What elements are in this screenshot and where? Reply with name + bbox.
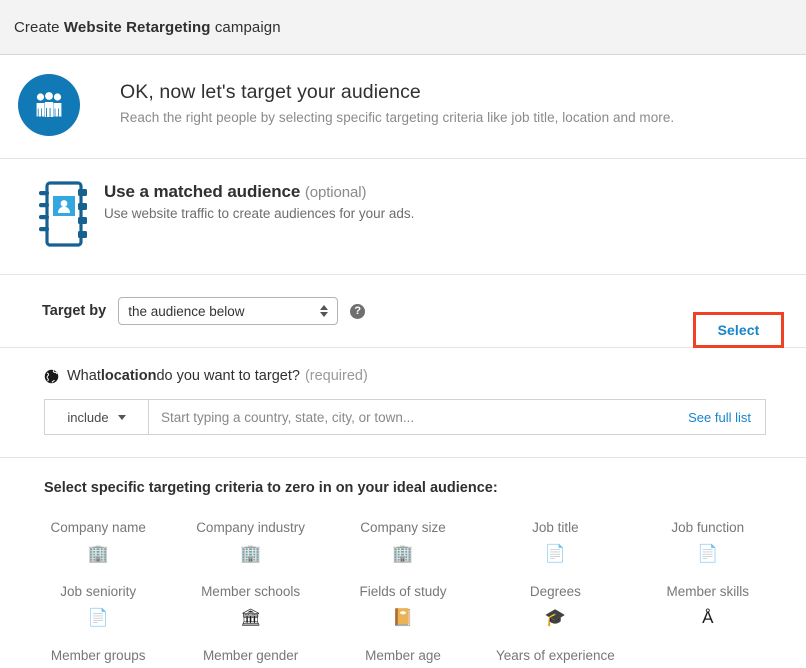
criteria-item-label: Member schools [201,584,300,599]
criteria-item-label: Member groups [51,648,146,663]
criteria-item-glyph: Å [702,609,713,626]
matched-audience-optional-tag: (optional) [305,184,367,201]
criteria-item-glyph: 📄 [88,609,109,626]
target-by-select[interactable]: the audience below [118,297,338,325]
criteria-item[interactable]: Degrees 🎓 [479,576,631,628]
location-include-label: include [67,410,108,425]
see-full-list-link[interactable]: See full list [688,400,765,434]
location-required-tag: (required) [305,368,368,384]
globe-icon [44,369,59,384]
criteria-item-glyph: 🏛 [240,609,262,626]
book-icon: 📔 [392,606,413,628]
criteria-item-glyph: 🎓 [545,609,566,626]
help-icon[interactable]: ? [350,304,365,319]
criteria-item[interactable]: Company name 🏢 [22,512,174,564]
bank-icon: 🏛 [240,606,262,628]
location-question-prefix: What [67,368,101,384]
matched-audience-title-text: Use a matched audience [104,182,300,201]
criteria-item-label: Job function [671,520,744,535]
location-search-input[interactable] [149,400,688,434]
window-header: Create Website Retargeting campaign [0,0,806,55]
document-icon: 📄 [88,606,109,628]
criteria-item[interactable]: Company industry 🏢 [174,512,326,564]
criteria-item[interactable]: Member gender👥 [174,640,326,668]
criteria-item-label: Fields of study [359,584,446,599]
matched-audience-title: Use a matched audience (optional) [104,182,414,202]
criteria-item-label: Member skills [667,584,750,599]
criteria-section: Select specific targeting criteria to ze… [0,458,806,668]
criteria-item[interactable]: Member schools 🏛 [174,576,326,628]
stepper-arrows-icon [320,305,328,317]
building-icon: 🏢 [240,542,261,564]
page-title-suffix: campaign [211,19,281,36]
document-icon: 📄 [697,542,718,564]
criteria-item-glyph: 📄 [545,545,566,562]
criteria-item-glyph: 📔 [392,609,413,626]
criteria-item-label: Company size [360,520,446,535]
document-icon: 📄 [545,542,566,564]
target-by-selected-value: the audience below [128,304,244,319]
select-matched-audience-highlight: Select [693,312,784,348]
page-title-campaign-name: Website Retargeting [64,19,211,36]
criteria-item-label: Company industry [196,520,305,535]
criteria-item-label: Years of experience [496,648,615,663]
criteria-item[interactable]: Member skills Å [632,576,784,628]
diploma-icon: 🎓 [545,606,566,628]
criteria-item-label: Member gender [203,648,298,663]
criteria-item-label: Degrees [530,584,581,599]
criteria-item-glyph: 🏢 [88,545,109,562]
criteria-item-label: Job seniority [60,584,136,599]
select-matched-audience-button[interactable]: Select [718,322,760,338]
criteria-grid: Company name🏢Company industry🏢Company si… [0,512,806,668]
location-question: What location do you want to target? (re… [44,368,806,384]
page-title: Create Website Retargeting campaign [14,19,281,36]
criteria-heading: Select specific targeting criteria to ze… [0,480,806,496]
intro-subtitle: Reach the right people by selecting spec… [120,110,674,125]
matched-audience-section: Use a matched audience (optional) Use we… [0,159,806,275]
target-by-label: Target by [42,303,106,319]
criteria-item-label: Company name [51,520,146,535]
matched-audience-text: Use a matched audience (optional) Use we… [104,175,414,221]
location-question-bold: location [101,368,157,384]
criteria-item[interactable]: Company size 🏢 [327,512,479,564]
location-include-dropdown[interactable]: include [45,400,149,434]
criteria-item-glyph: 🏢 [392,545,413,562]
criteria-item-glyph: 📄 [697,545,718,562]
criteria-item-label: Job title [532,520,579,535]
criteria-item[interactable]: Fields of study 📔 [327,576,479,628]
intro-title: OK, now let's target your audience [120,81,674,104]
criteria-item-glyph: 🏢 [240,545,261,562]
location-question-suffix: do you want to target? [156,368,300,384]
location-section: What location do you want to target? (re… [0,348,806,458]
letter-a-icon: Å [702,606,713,628]
address-book-icon [36,179,90,254]
criteria-item[interactable]: Job seniority 📄 [22,576,174,628]
building-icon: 🏢 [392,542,413,564]
criteria-item-label: Member age [365,648,441,663]
criteria-item[interactable]: Member groups👥 [22,640,174,668]
chevron-down-icon [118,415,126,420]
intro-section: OK, now let's target your audience Reach… [0,55,806,159]
criteria-item[interactable]: Years of experience🕓 [479,640,631,668]
criteria-item[interactable]: Job function 📄 [632,512,784,564]
location-field-group: include See full list [44,399,766,435]
page-title-prefix: Create [14,19,64,36]
intro-text-block: OK, now let's target your audience Reach… [120,72,674,125]
criteria-item[interactable]: Job title 📄 [479,512,631,564]
target-by-section: Target by the audience below ? [0,275,806,348]
building-icon: 🏢 [88,542,109,564]
people-group-icon [18,74,80,136]
matched-audience-subtitle: Use website traffic to create audiences … [104,206,414,221]
criteria-item[interactable]: Member age🕓 [327,640,479,668]
